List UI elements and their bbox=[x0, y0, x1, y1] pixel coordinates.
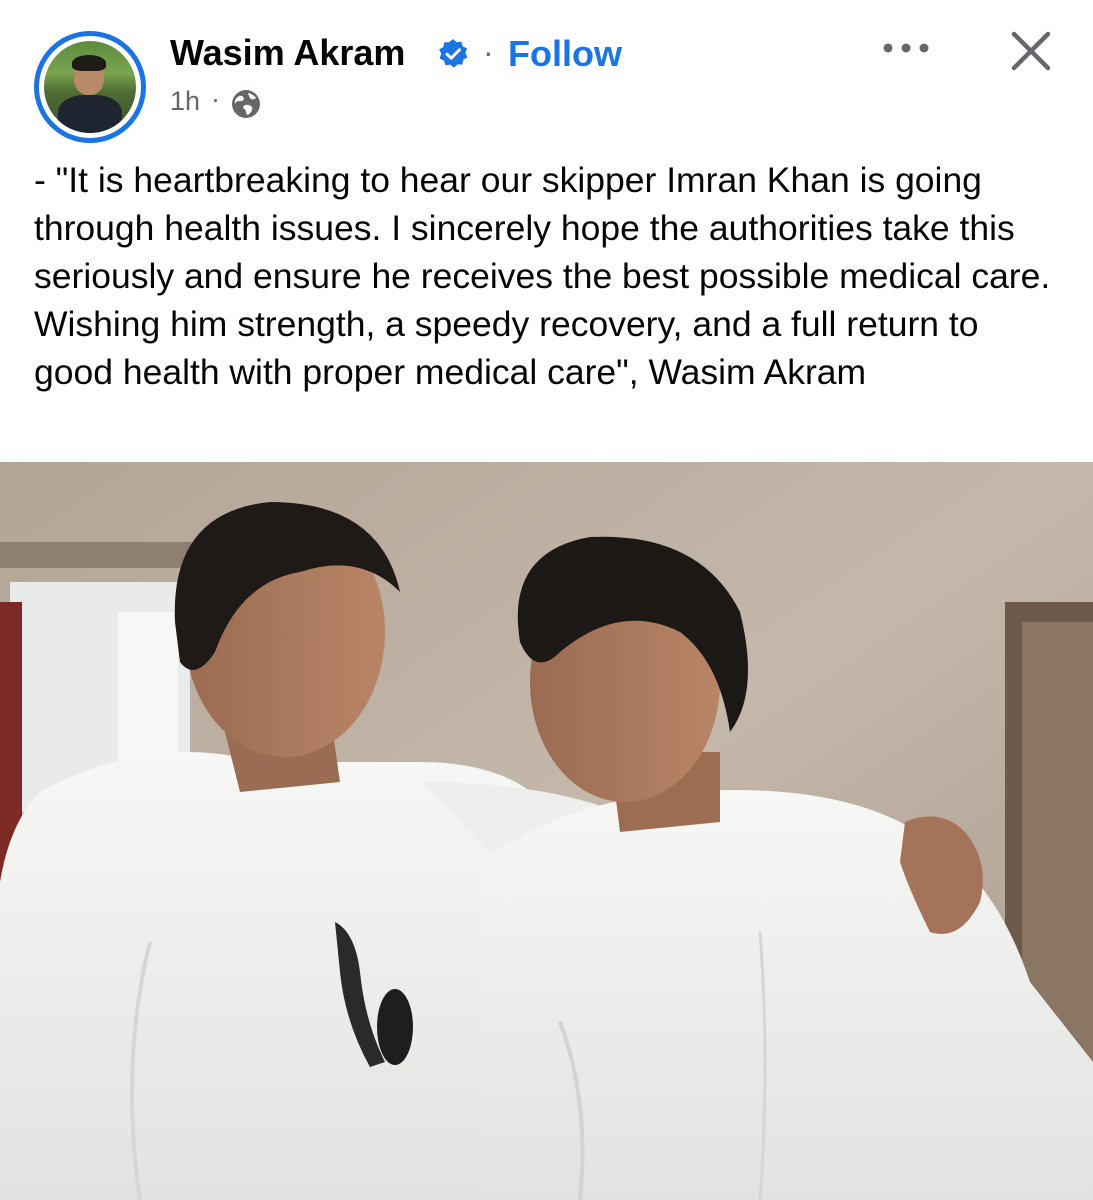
photo-two-men-in-white bbox=[0, 462, 1093, 1200]
verified-badge-icon bbox=[439, 39, 468, 68]
post-header: Wasim Akram · Follow 1h · bbox=[0, 0, 1093, 143]
author-avatar[interactable] bbox=[34, 31, 146, 143]
close-icon[interactable] bbox=[1008, 28, 1054, 74]
avatar-photo bbox=[44, 41, 136, 133]
follow-button[interactable]: Follow bbox=[508, 33, 622, 75]
more-options-icon[interactable] bbox=[880, 38, 932, 58]
author-name[interactable]: Wasim Akram bbox=[170, 32, 405, 74]
post-photo[interactable] bbox=[0, 462, 1093, 1200]
globe-icon bbox=[232, 90, 260, 118]
post-text: - "It is heartbreaking to hear our skipp… bbox=[34, 160, 1051, 392]
meta-separator: · bbox=[211, 84, 220, 114]
header-separator: · bbox=[483, 34, 494, 70]
post-timestamp[interactable]: 1h bbox=[170, 86, 200, 117]
